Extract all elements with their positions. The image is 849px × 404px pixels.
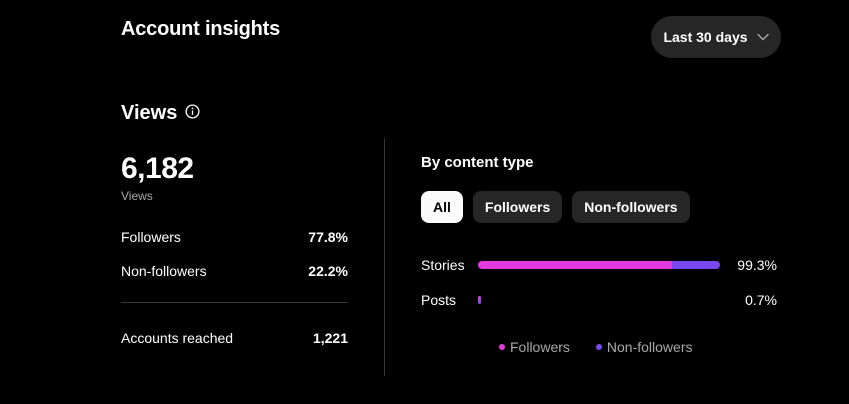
followers-legend-dot (499, 344, 505, 350)
stories-bar-track (478, 261, 722, 269)
content-type-filters: All Followers Non-followers (421, 191, 690, 223)
legend-nonfollowers-label: Non-followers (606, 339, 693, 355)
accounts-reached-value: 1,221 (312, 330, 348, 346)
posts-followers-segment (478, 296, 481, 304)
nonfollowers-value: 22.2% (308, 263, 348, 279)
posts-value: 0.7% (745, 292, 777, 308)
legend-followers-label: Followers (510, 339, 570, 355)
chart-legend: Followers Non-followers (499, 339, 693, 355)
posts-label: Posts (421, 292, 457, 308)
followers-value: 77.8% (308, 229, 348, 245)
chevron-down-icon (756, 33, 769, 41)
page-title: Account insights (121, 18, 281, 40)
filter-nonfollowers-chip[interactable]: Non-followers (572, 191, 690, 223)
legend-item-nonfollowers: Non-followers (595, 339, 693, 355)
followers-stat: Followers 77.8% (121, 229, 348, 245)
stories-bar (478, 261, 721, 269)
column-divider (384, 138, 385, 376)
content-type-title: By content type (421, 154, 534, 171)
divider (121, 302, 348, 303)
nonfollowers-stat: Non-followers 22.2% (121, 263, 348, 279)
stories-row: Stories 99.3% (421, 257, 777, 273)
views-total-label: Views (121, 189, 153, 203)
nonfollowers-legend-dot (595, 344, 602, 350)
views-title: Views (121, 102, 178, 124)
stories-label: Stories (421, 257, 465, 273)
followers-label: Followers (121, 229, 181, 245)
date-range-label: Last 30 days (663, 29, 748, 45)
posts-row: Posts 0.7% (421, 292, 777, 308)
views-section-header: Views (121, 102, 200, 125)
filter-followers-chip[interactable]: Followers (472, 191, 563, 223)
posts-bar (478, 296, 481, 304)
legend-item-followers: Followers (499, 339, 570, 355)
date-range-dropdown[interactable]: Last 30 days (651, 16, 781, 58)
posts-bar-track (478, 296, 722, 304)
nonfollowers-label: Non-followers (121, 263, 207, 279)
stories-value: 99.3% (737, 257, 777, 273)
accounts-reached-label: Accounts reached (121, 330, 234, 346)
stories-followers-segment (478, 261, 672, 269)
views-total: 6,182 (121, 152, 194, 185)
accounts-reached-stat: Accounts reached 1,221 (121, 330, 348, 346)
info-icon[interactable] (185, 104, 200, 119)
stories-nonfollowers-segment (671, 261, 721, 269)
filter-all-chip[interactable]: All (421, 191, 463, 223)
